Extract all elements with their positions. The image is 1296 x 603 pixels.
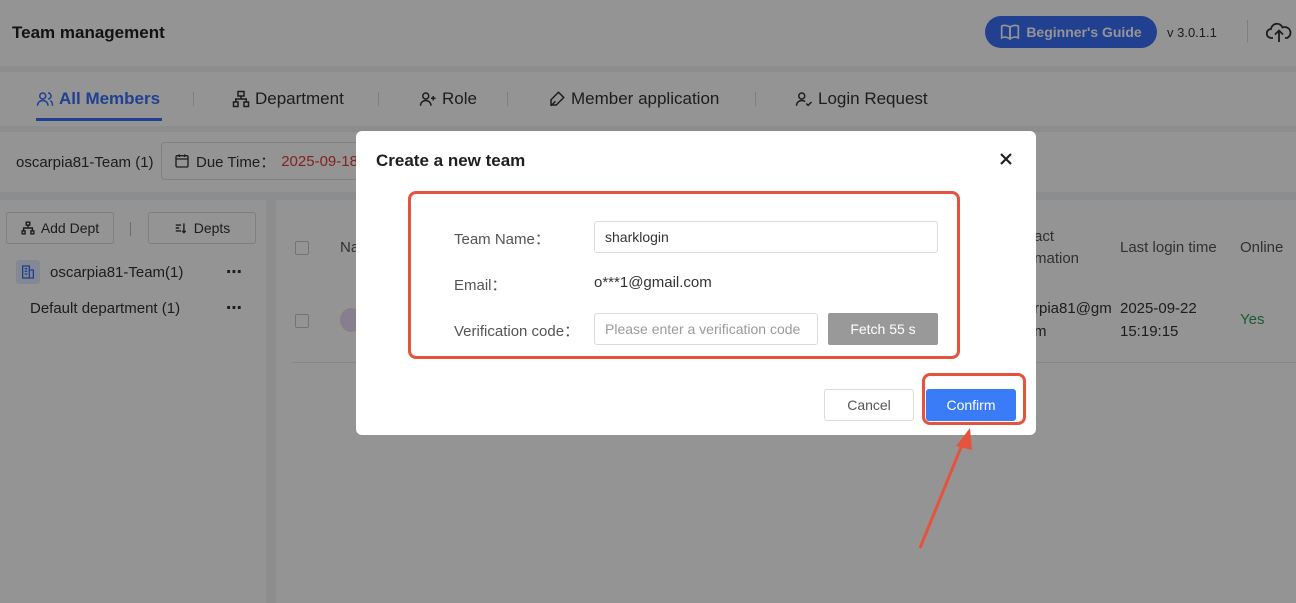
close-icon[interactable] [997,150,1015,168]
create-team-dialog: Create a new team Team Name： Email： o***… [356,131,1036,435]
verification-code-label: Verification code： [454,323,580,340]
fetch-code-button[interactable]: Fetch 55 s [828,313,938,345]
email-label: Email： [454,277,507,294]
confirm-button[interactable]: Confirm [926,389,1016,421]
email-value: o***1@gmail.com [594,274,712,291]
team-name-label: Team Name： [454,231,550,248]
cancel-button[interactable]: Cancel [824,389,914,421]
team-name-input[interactable] [594,221,938,253]
dialog-title: Create a new team [376,151,526,170]
verification-code-input[interactable] [594,313,818,345]
